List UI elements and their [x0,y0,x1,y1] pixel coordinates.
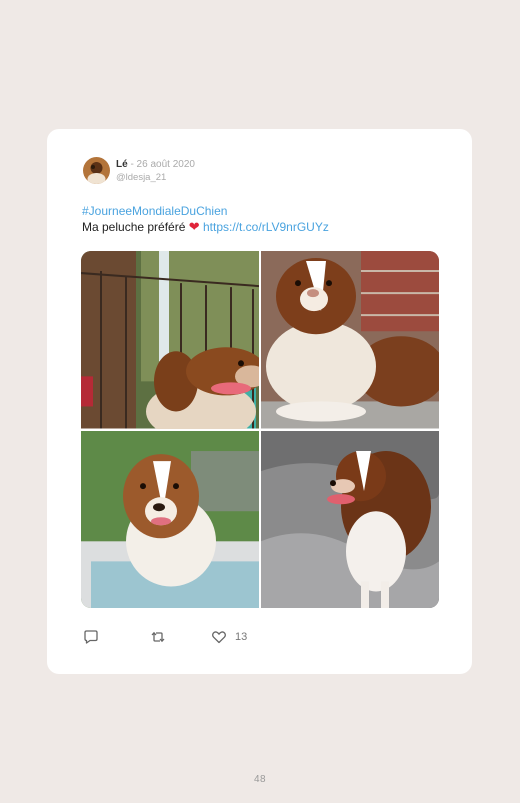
avatar[interactable] [83,157,110,184]
tweet-body: Ma peluche préféré [82,220,186,234]
like-button[interactable]: 13 [211,629,247,645]
photo-dog-waterfall[interactable] [81,251,259,429]
tweet-text: #JourneeMondialeDuChien Ma peluche préfé… [82,204,329,235]
page-number: 48 [253,774,267,785]
photo-dog-lying[interactable] [261,251,439,429]
photo-dog-standing[interactable] [261,430,439,608]
media-grid [81,251,439,608]
like-count: 13 [235,631,248,643]
reply-icon [84,630,98,644]
author-line: Lé - 26 août 2020 [116,159,195,170]
tweet-link[interactable]: https://t.co/rLV9nrGUYz [203,220,329,234]
heart-icon [212,631,226,644]
author-name[interactable]: Lé [116,159,128,170]
action-bar: 13 [83,629,247,645]
tweet-card: Lé - 26 août 2020 @ldesja_21 #JourneeMon… [47,129,472,674]
reply-button[interactable] [83,629,99,645]
author-handle[interactable]: @ldesja_21 [116,172,166,183]
photo-dog-pool[interactable] [81,430,259,608]
retweet-button[interactable] [150,629,166,645]
retweet-icon [151,631,165,643]
tweet-date: - 26 août 2020 [130,159,195,170]
heart-emoji: ❤ [188,219,200,234]
hashtag-link[interactable]: #JourneeMondialeDuChien [82,204,227,218]
